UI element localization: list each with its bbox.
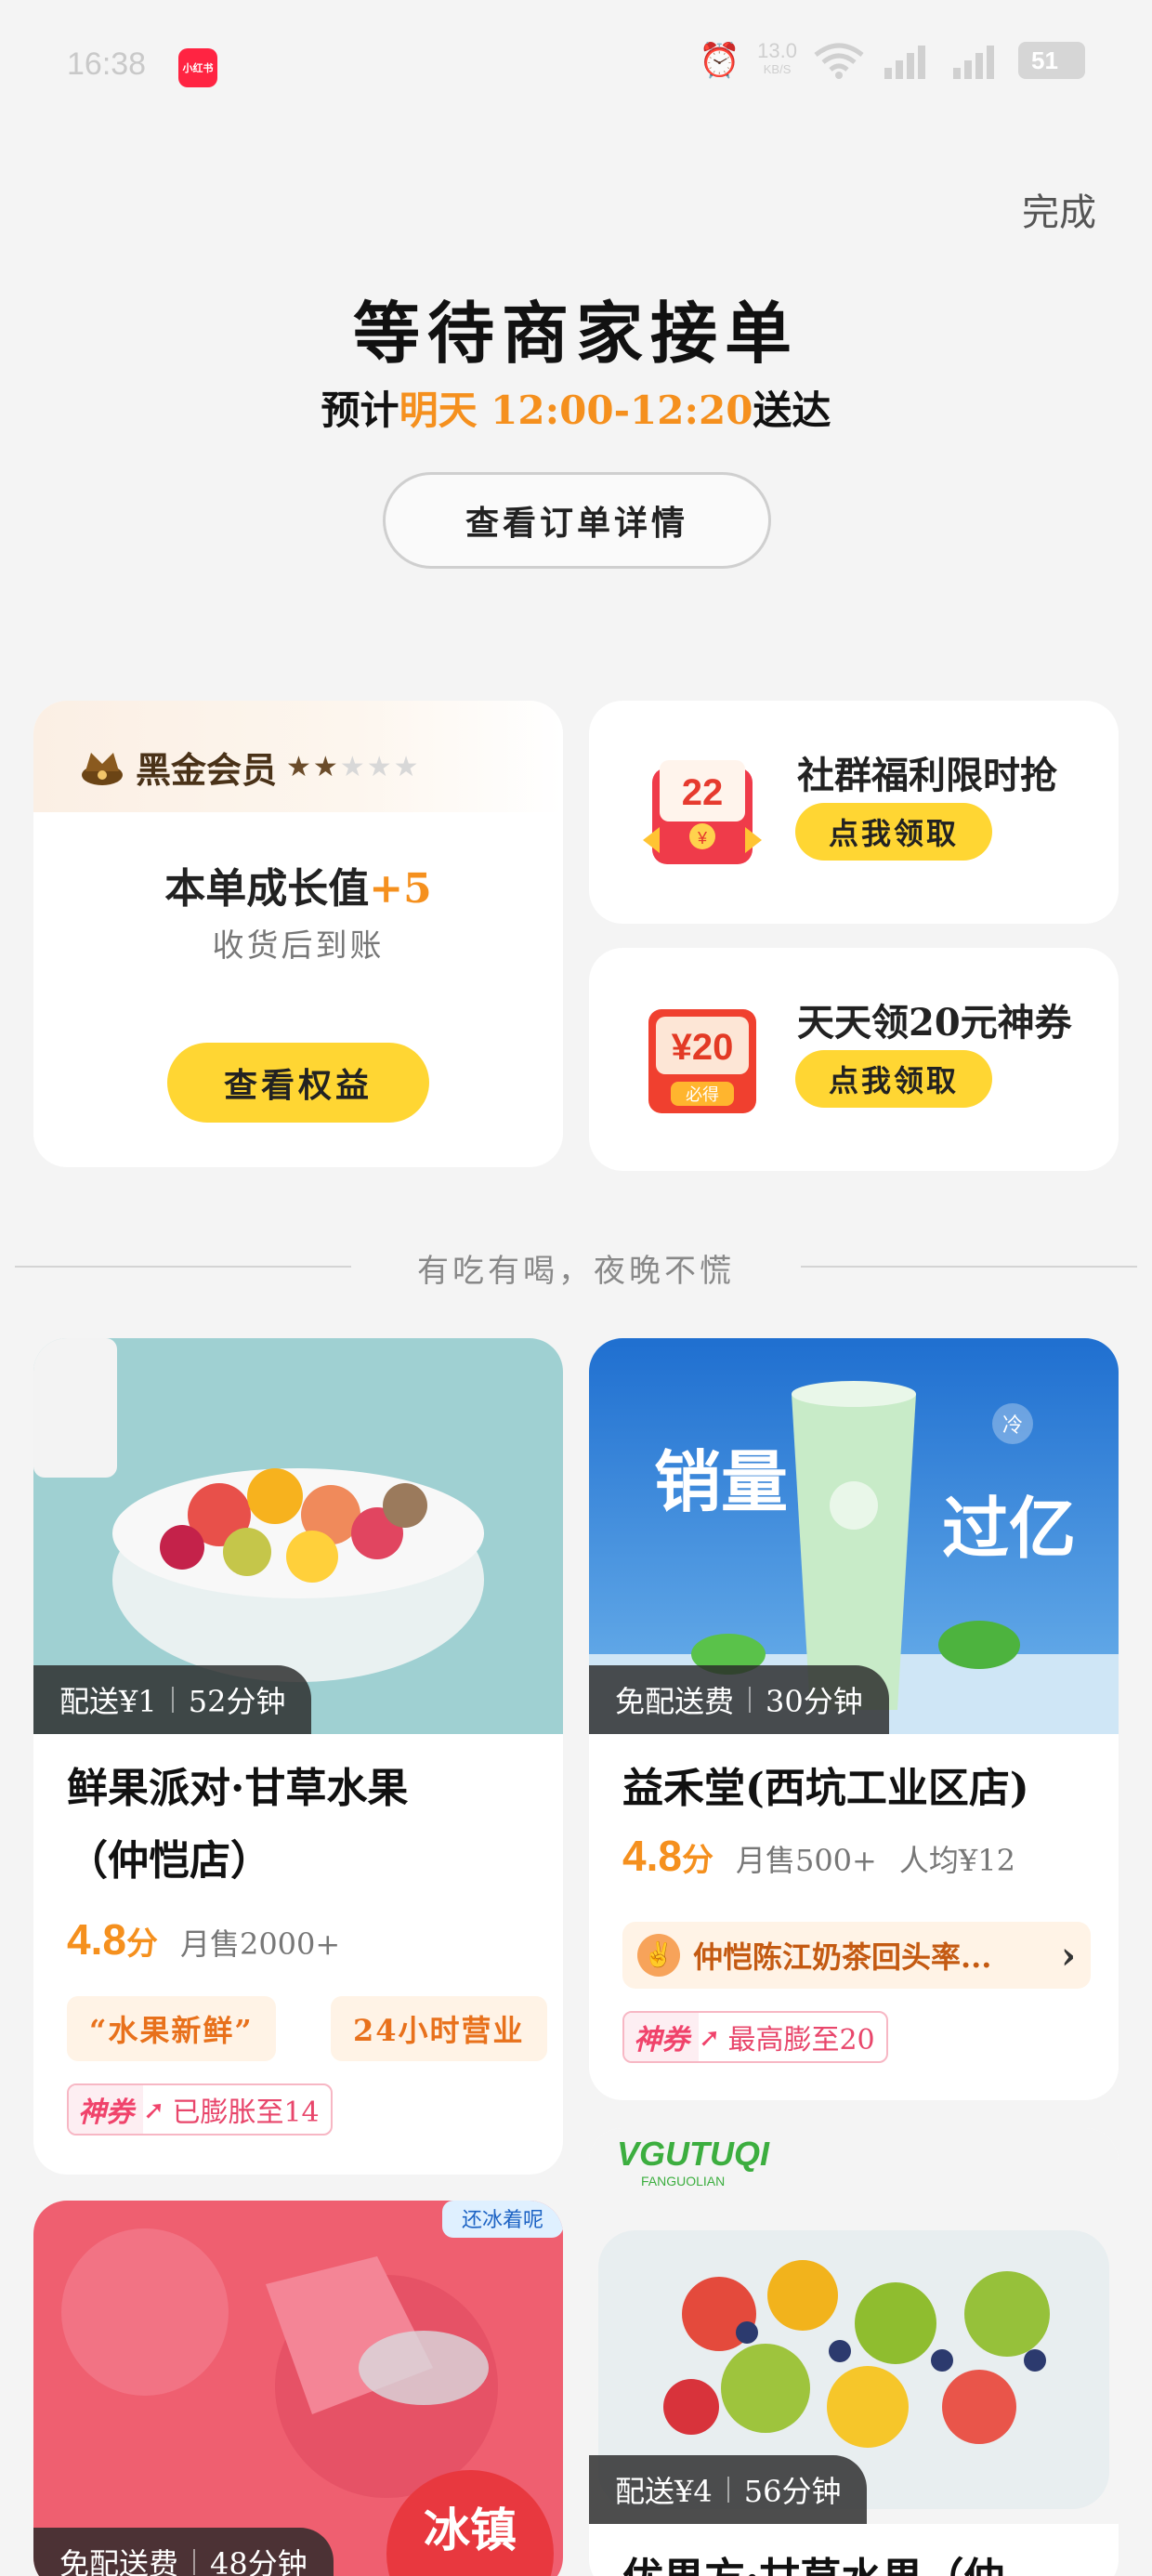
signal-5g-icon: [884, 46, 925, 79]
wifi-icon: [814, 43, 864, 79]
store-rating: 4.8分 月售2000+: [67, 1915, 341, 1964]
xiaohongshu-app-icon: 小红书: [178, 48, 217, 87]
black-gold-crown-icon: [82, 752, 123, 785]
svg-text:冷: 冷: [1002, 1414, 1023, 1438]
growth-value: 本单成长值+5: [164, 865, 432, 913]
promo-title: 天天领20元神券: [797, 1001, 1072, 1045]
store-promo-line[interactable]: ✌ 仲恺陈江奶茶回头率... ›: [622, 1922, 1091, 1989]
svg-text:¥20: ¥20: [672, 1027, 734, 1068]
coupon-20-icon: ¥20 必得: [648, 1009, 756, 1113]
store-rating: 4.8分 月售500+ 人均¥12: [622, 1832, 1015, 1880]
coupon-badge: 神券 ➚ 最高膨至20: [622, 2011, 888, 2063]
store-card-watermelon[interactable]: 还冰着呢 冰镇 免配送费 48分钟: [33, 2201, 563, 2576]
member-header: 黑金会员 ★★★★★: [78, 742, 421, 793]
done-button[interactable]: 完成: [1022, 182, 1096, 236]
arrow-up-icon: ➚: [143, 2094, 165, 2125]
svg-text:FANGUOLIAN: FANGUOLIAN: [641, 2174, 725, 2188]
page-title: 等待商家接单: [352, 294, 799, 373]
svg-text:冰镇: 冰镇: [424, 2504, 517, 2557]
tag-24h: 24小时营业: [331, 1996, 547, 2061]
delivery-info-badge: 免配送费 48分钟: [33, 2528, 334, 2576]
delivery-info-badge: 免配送费 30分钟: [589, 1665, 889, 1734]
promo-card-community[interactable]: 22 ¥ 社群福利限时抢 点我领取: [589, 701, 1119, 924]
store-name: 优果方·甘草水果（仲: [622, 2543, 1004, 2576]
status-time: 16:38: [67, 46, 147, 82]
eta-text: 预计明天 12:00-12:20送达: [321, 388, 831, 433]
view-benefits-button[interactable]: 查看权益: [167, 1043, 429, 1123]
eta-time: 明天 12:00-12:20: [399, 388, 753, 433]
svg-text:VGUTUQI: VGUTUQI: [617, 2135, 770, 2173]
svg-text:¥: ¥: [697, 829, 708, 848]
member-stars: ★★★★★: [286, 751, 421, 783]
claim-button[interactable]: 点我领取: [795, 803, 992, 861]
section-divider-text: 有吃有喝，夜晚不慌: [417, 1253, 735, 1290]
battery-icon: 51: [1018, 42, 1085, 79]
coupon-badge: 神券 ➚ 已膨胀至14: [67, 2083, 333, 2136]
status-right: ⏰ 13.0 KB/S 51: [699, 41, 1085, 80]
store-card-yihetang[interactable]: 销量 过亿 冷 免配送费 30分钟 益禾堂(西坑工业区店) 4.8分 月售500+…: [589, 1338, 1119, 2100]
delivery-info-badge: 配送¥1 52分钟: [33, 1665, 312, 1734]
store-image-watermelon-ice: 还冰着呢 冰镇: [33, 2201, 563, 2576]
svg-text:22: 22: [682, 772, 724, 813]
svg-text:还冰着呢: 还冰着呢: [462, 2209, 543, 2232]
arrow-up-icon: ➚: [699, 2021, 721, 2053]
red-envelope-coupon-icon: 22 ¥: [643, 760, 762, 864]
view-order-details-button[interactable]: 查看订单详情: [383, 472, 771, 569]
store-name: 益禾堂(西坑工业区店): [622, 1765, 1029, 1812]
member-card[interactable]: 黑金会员 ★★★★★ 本单成长值+5 收货后到账 查看权益: [33, 701, 563, 1167]
svg-text:过亿: 过亿: [942, 1490, 1076, 1568]
thumb-badge-icon: ✌: [637, 1934, 680, 1977]
tag-fresh-fruit: “水果新鲜”: [67, 1996, 276, 2061]
store-card-fruit-box[interactable]: VGUTUQI FANGUOLIAN 配送¥456分钟 优果方·甘草水果（仲: [589, 2128, 1119, 2576]
chevron-right-icon: ›: [1061, 1933, 1076, 1978]
store-card-fruit-party[interactable]: 配送¥1 52分钟 鲜果派对·甘草水果 （仲恺店） 4.8分 月售2000+ “水…: [33, 1338, 563, 2175]
alarm-icon: ⏰: [699, 41, 741, 79]
growth-subtext: 收货后到账: [212, 927, 385, 965]
promo-title: 社群福利限时抢: [797, 754, 1057, 797]
svg-text:销量: 销量: [654, 1443, 788, 1521]
member-level-name: 黑金会员: [136, 752, 278, 791]
section-divider: 有吃有喝，夜晚不慌: [0, 1245, 1152, 1290]
claim-button[interactable]: 点我领取: [795, 1050, 992, 1108]
promo-card-daily-coupon[interactable]: ¥20 必得 天天领20元神券 点我领取: [589, 948, 1119, 1171]
signal-4g-icon: [953, 46, 994, 79]
net-speed: 13.0 KB/S: [757, 39, 797, 77]
store-name: 鲜果派对·甘草水果 （仲恺店）: [67, 1765, 409, 1885]
svg-text:必得: 必得: [686, 1085, 719, 1105]
status-bar: 16:38 小红书 ⏰ 13.0 KB/S 51: [0, 0, 1152, 139]
delivery-info-badge: 配送¥4 56分钟: [589, 2455, 868, 2524]
